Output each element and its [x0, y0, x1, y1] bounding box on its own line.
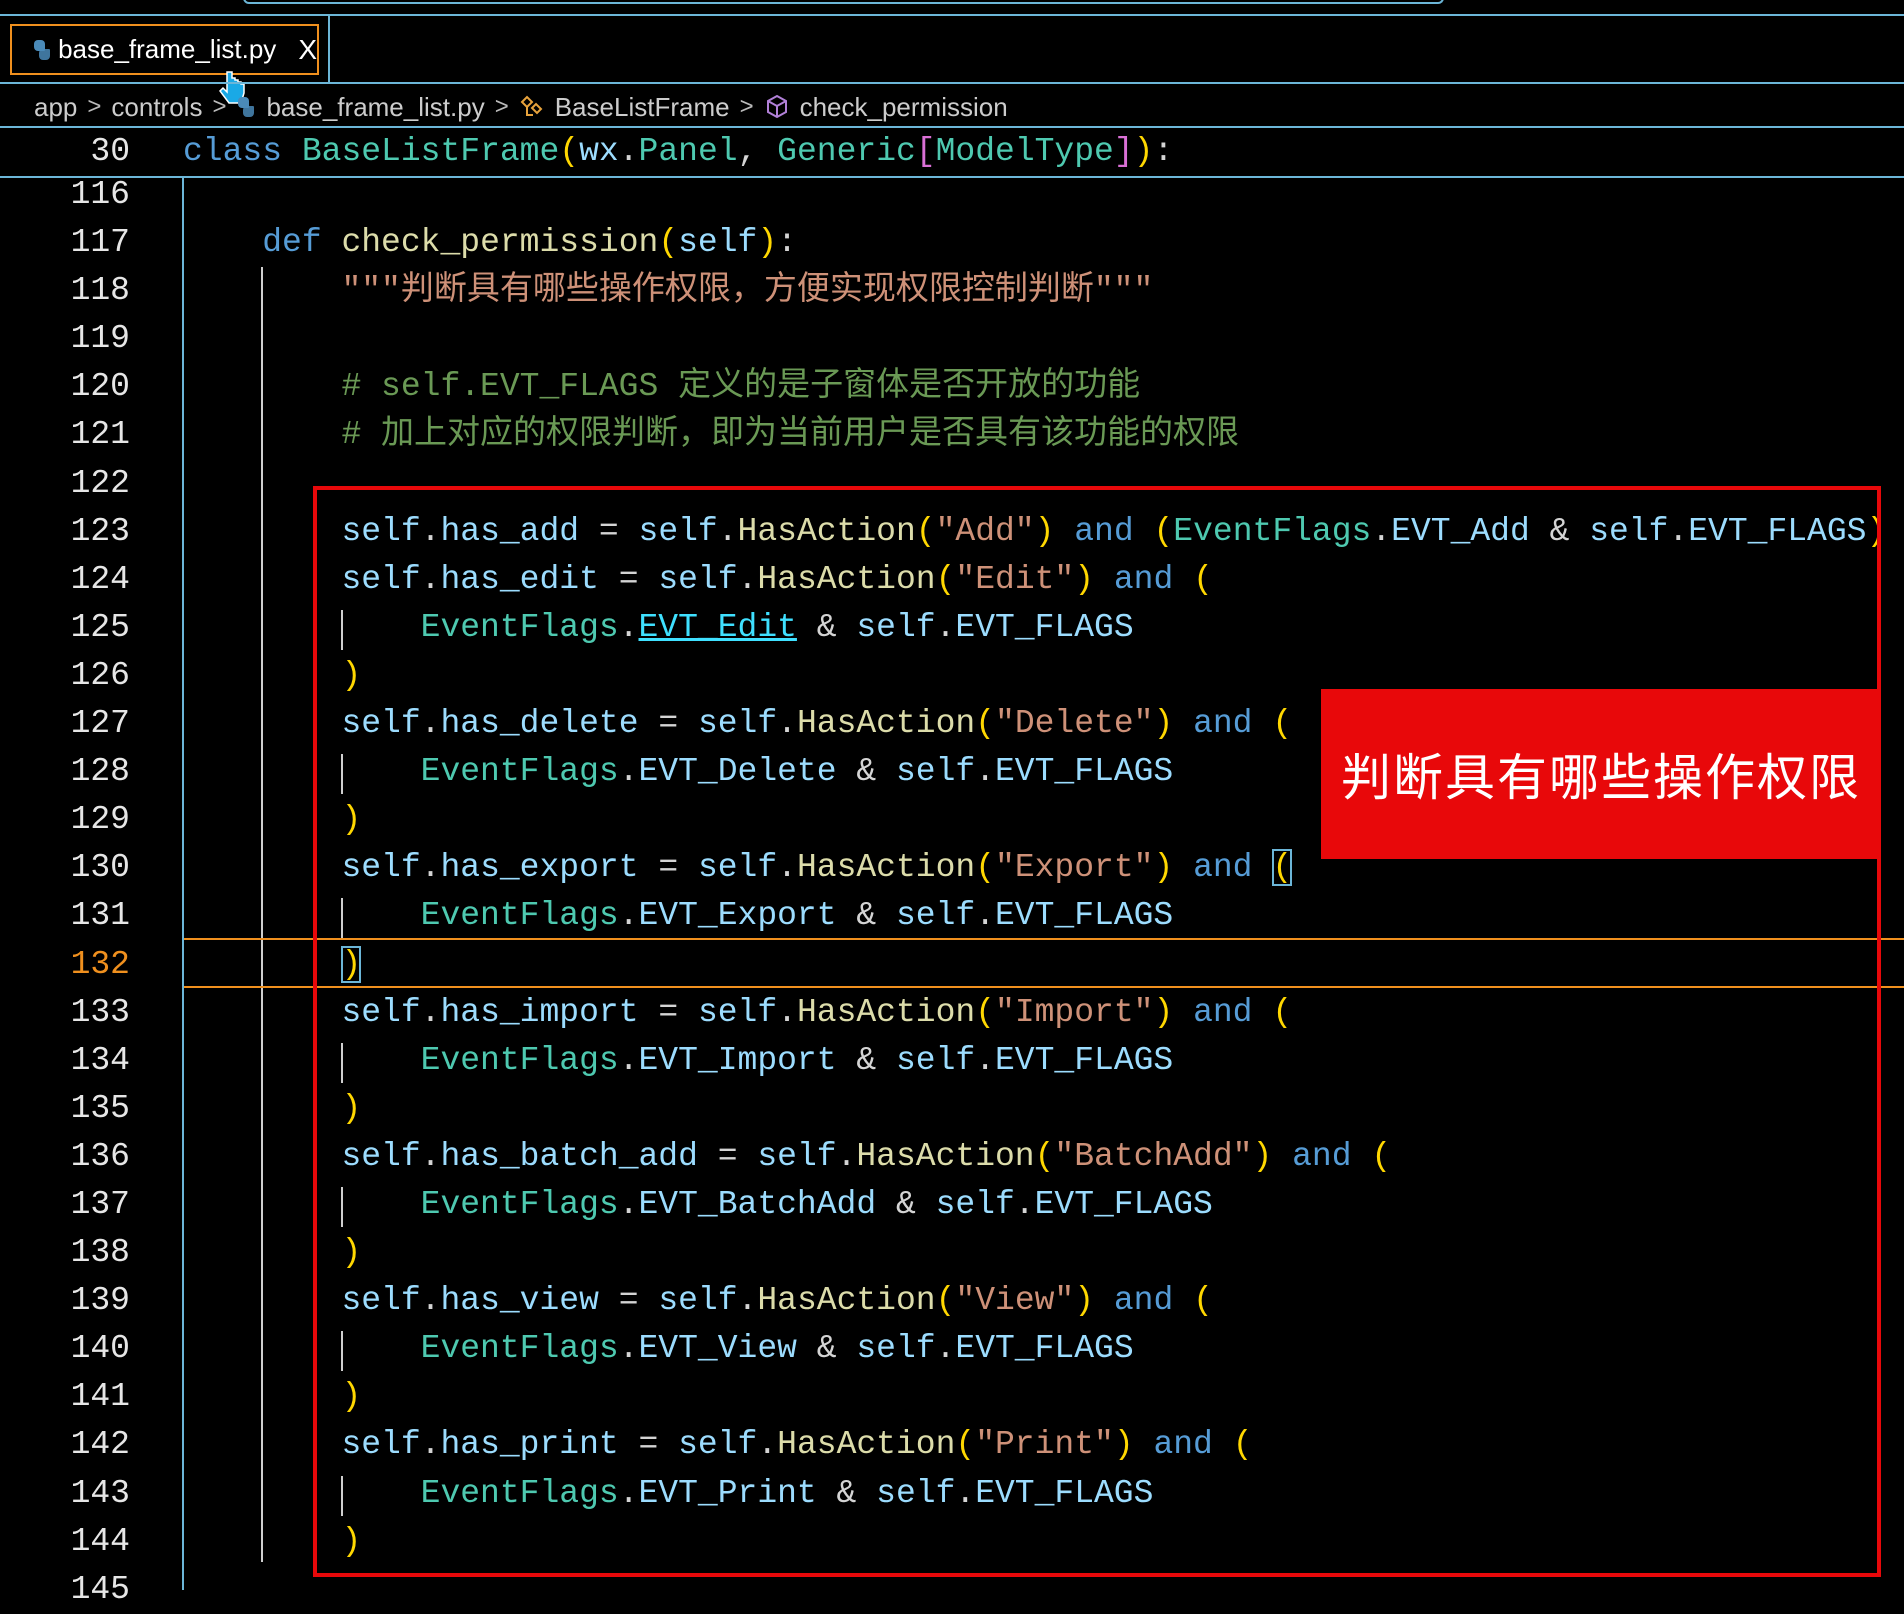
- code-text: """判断具有哪些操作权限，方便实现权限控制判断""": [183, 267, 1153, 315]
- chevron-right-icon: >: [87, 93, 102, 120]
- code-line[interactable]: 121 # 加上对应的权限判断，即为当前用户是否具有该功能的权限: [0, 411, 1904, 459]
- tab-base-frame-list[interactable]: base_frame_list.py X: [10, 24, 319, 75]
- line-number: 118: [70, 272, 130, 310]
- line-number: 136: [70, 1137, 130, 1175]
- code-token: # 加上对应的权限判断，即为当前用户是否具有该功能的权限: [341, 416, 1240, 454]
- code-text: # 加上对应的权限判断，即为当前用户是否具有该功能的权限: [183, 411, 1239, 459]
- line-number: 144: [70, 1522, 130, 1560]
- code-token: wx: [579, 133, 619, 170]
- line-number: 122: [70, 464, 130, 502]
- code-line[interactable]: 117 def check_permission(self):: [0, 219, 1904, 267]
- line-number: 125: [70, 608, 130, 646]
- python-file-icon: [32, 39, 51, 61]
- chevron-right-icon: >: [739, 93, 754, 120]
- line-number: 124: [70, 560, 130, 598]
- code-token: # self.EVT_FLAGS 定义的是子窗体是否开放的功能: [341, 368, 1141, 406]
- annotation-highlight-box: [313, 486, 1881, 1577]
- class-icon: [520, 95, 543, 116]
- code-token: ]: [1113, 133, 1134, 170]
- line-number: 30: [90, 133, 130, 170]
- close-icon[interactable]: X: [298, 34, 317, 66]
- top-scrollbar[interactable]: [243, 0, 1444, 4]
- code-token: check_permission: [341, 224, 659, 262]
- line-number: 138: [70, 1234, 130, 1272]
- line-number: 121: [70, 416, 130, 454]
- code-token: BaseListFrame: [301, 133, 560, 170]
- line-number: 141: [70, 1378, 130, 1416]
- breadcrumb-item-file[interactable]: base_frame_list.py: [266, 92, 484, 123]
- divider: [0, 82, 1904, 84]
- line-number: 139: [70, 1282, 130, 1320]
- sticky-code: class BaseListFrame(wx.Panel, Generic[Mo…: [183, 128, 1173, 176]
- line-number: 134: [70, 1041, 130, 1079]
- code-token: (: [559, 133, 580, 170]
- line-number: 123: [70, 512, 130, 550]
- divider: [0, 176, 1904, 178]
- line-number: 130: [70, 849, 130, 887]
- line-number: 140: [70, 1330, 130, 1368]
- breadcrumb-item-app[interactable]: app: [34, 92, 77, 123]
- code-token: ): [1133, 133, 1154, 170]
- code-token: Panel: [638, 133, 738, 170]
- code-token: ,: [737, 133, 778, 170]
- code-token: ): [757, 224, 778, 262]
- chevron-right-icon: >: [494, 93, 509, 120]
- code-token: :: [1153, 133, 1174, 170]
- code-line[interactable]: 118 """判断具有哪些操作权限，方便实现权限控制判断""": [0, 267, 1904, 315]
- tab-label: base_frame_list.py: [58, 34, 277, 64]
- line-number: 133: [70, 993, 130, 1031]
- code-line[interactable]: 120 # self.EVT_FLAGS 定义的是子窗体是否开放的功能: [0, 363, 1904, 411]
- code-token: def: [262, 224, 322, 262]
- divider: [0, 14, 1904, 16]
- line-number: 142: [70, 1426, 130, 1464]
- code-text: def check_permission(self):: [183, 219, 797, 267]
- line-number: 128: [70, 753, 130, 791]
- code-token: class: [183, 133, 283, 170]
- code-token: [: [915, 133, 936, 170]
- annotation-label: 判断具有哪些操作权限: [1321, 689, 1881, 859]
- line-number: 137: [70, 1185, 130, 1223]
- code-token: .: [618, 133, 639, 170]
- breadcrumb-item-controls[interactable]: controls: [111, 92, 202, 123]
- code-token: (: [658, 224, 679, 262]
- code-token: """判断具有哪些操作权限，方便实现权限控制判断""": [341, 272, 1154, 310]
- sticky-scroll-header[interactable]: 30 class BaseListFrame(wx.Panel, Generic…: [0, 128, 1904, 177]
- code-token: :: [777, 224, 797, 262]
- line-number: 132: [70, 945, 130, 983]
- breadcrumb-item-class[interactable]: BaseListFrame: [555, 92, 730, 123]
- line-number: 135: [70, 1089, 130, 1127]
- code-token: Generic: [777, 133, 916, 170]
- chevron-right-icon: >: [212, 93, 227, 120]
- method-icon: [766, 94, 787, 119]
- breadcrumb: app > controls > base_frame_list.py > Ba…: [34, 88, 1008, 126]
- line-number: 143: [70, 1474, 130, 1512]
- gutter-divider: [182, 177, 184, 1590]
- divider: [328, 15, 330, 83]
- code-text: # self.EVT_FLAGS 定义的是子窗体是否开放的功能: [183, 363, 1140, 411]
- line-number: 119: [70, 320, 130, 358]
- line-number: 126: [70, 656, 130, 694]
- line-number: 116: [70, 176, 130, 213]
- line-number: 120: [70, 368, 130, 406]
- code-token: ModelType: [935, 133, 1114, 170]
- line-number: 127: [70, 705, 130, 743]
- line-number: 117: [70, 224, 130, 262]
- python-file-icon: [236, 96, 256, 118]
- code-line[interactable]: 119: [0, 315, 1904, 363]
- line-number: 131: [70, 897, 130, 935]
- breadcrumb-item-method[interactable]: check_permission: [800, 92, 1008, 123]
- line-number: 129: [70, 801, 130, 839]
- code-token: self: [678, 224, 758, 262]
- code-line[interactable]: 116: [0, 171, 1904, 219]
